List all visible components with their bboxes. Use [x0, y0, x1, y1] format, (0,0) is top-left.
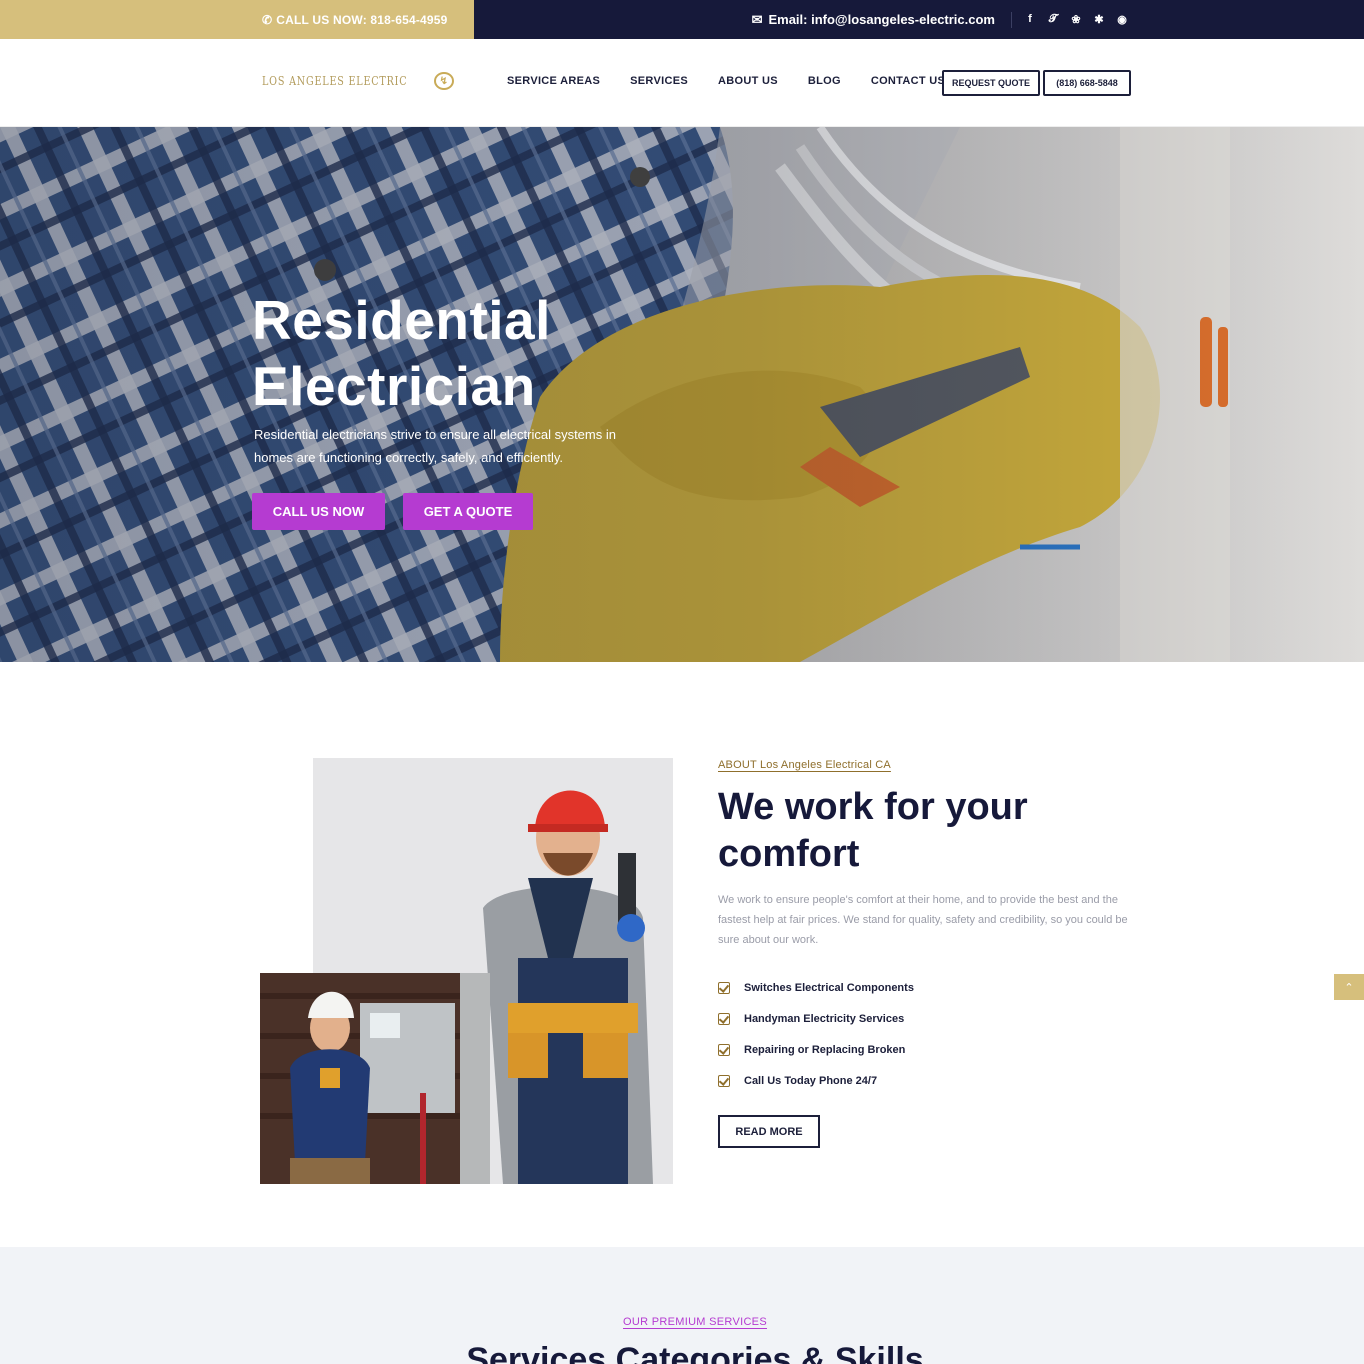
foursquare-icon[interactable]: ❀ — [1070, 13, 1082, 26]
nav-service-areas[interactable]: SERVICE AREAS — [507, 75, 600, 87]
list-item: Repairing or Replacing Broken — [718, 1034, 914, 1065]
logo-bolt-icon: ↯ — [433, 72, 454, 90]
twitter-icon[interactable]: 𝓣 — [1047, 13, 1059, 26]
call-us-now-button[interactable]: CALL US NOW — [252, 493, 385, 530]
hero-background-image — [0, 127, 1364, 662]
read-more-button[interactable]: READ MORE — [718, 1115, 820, 1148]
site-header: LOS ANGELES ELECTRIC ↯ SERVICE AREAS SER… — [0, 39, 1364, 127]
call-us-link[interactable]: ✆ CALL US NOW: 818-654-4959 — [262, 13, 448, 27]
checkbox-icon — [718, 1074, 730, 1087]
facebook-icon[interactable]: f — [1024, 13, 1036, 26]
email-text: Email: info@losangeles-electric.com — [768, 12, 995, 27]
hero-subtitle: Residential electricians strive to ensur… — [254, 427, 616, 465]
top-bar-call: ✆ CALL US NOW: 818-654-4959 — [0, 0, 474, 39]
phone-button[interactable]: (818) 668-5848 — [1043, 70, 1131, 96]
scroll-to-top-button[interactable]: ⌃ — [1334, 974, 1364, 1000]
chevron-up-icon: ⌃ — [1344, 981, 1354, 994]
feature-checklist: Switches Electrical Components Handyman … — [718, 972, 914, 1096]
electrician-at-panel-image — [260, 973, 490, 1184]
list-item-label: Handyman Electricity Services — [744, 1012, 905, 1025]
nav-about-us[interactable]: ABOUT US — [718, 75, 778, 87]
list-item-label: Call Us Today Phone 24/7 — [744, 1074, 878, 1087]
get-a-quote-button[interactable]: GET A QUOTE — [403, 493, 533, 530]
hero-banner: Residential Electrician Residential elec… — [0, 127, 1364, 662]
services-title: Services Categories & Skills — [466, 1341, 924, 1364]
list-item-label: Switches Electrical Components — [744, 981, 914, 994]
divider — [1011, 11, 1012, 28]
about-description: We work to ensure people's comfort at th… — [718, 894, 1128, 946]
email-link[interactable]: ✉ Email: info@losangeles-electric.com — [752, 12, 995, 28]
nav-contact-us[interactable]: CONTACT US — [871, 75, 945, 87]
call-us-text: CALL US NOW: 818-654-4959 — [276, 12, 448, 27]
about-title: We work for your comfort — [718, 786, 1028, 875]
about-kicker[interactable]: ABOUT Los Angeles Electrical CA — [718, 759, 891, 771]
services-kicker[interactable]: OUR PREMIUM SERVICES — [0, 1316, 1364, 1328]
hero-title: Residential Electrician — [252, 287, 551, 419]
checkbox-icon — [718, 1012, 730, 1025]
main-nav: SERVICE AREAS SERVICES ABOUT US BLOG CON… — [507, 75, 945, 87]
top-bar-contact: ✉ Email: info@losangeles-electric.com f … — [474, 0, 1364, 39]
phone-icon: ✆ — [262, 12, 273, 27]
list-item-label: Repairing or Replacing Broken — [744, 1043, 906, 1056]
top-bar: ✆ CALL US NOW: 818-654-4959 ✉ Email: inf… — [0, 0, 1364, 39]
checkbox-icon — [718, 1043, 730, 1056]
list-item: Handyman Electricity Services — [718, 1003, 914, 1034]
checkbox-icon — [718, 981, 730, 994]
social-links: f 𝓣 ❀ ✱ ◉ — [1024, 13, 1128, 26]
nav-blog[interactable]: BLOG — [808, 75, 841, 87]
yelp-icon[interactable]: ✱ — [1093, 13, 1105, 26]
instagram-icon[interactable]: ◉ — [1116, 13, 1128, 26]
hero-title-line-1: Residential — [252, 289, 551, 351]
list-item: Call Us Today Phone 24/7 — [718, 1065, 914, 1096]
nav-services[interactable]: SERVICES — [630, 75, 688, 87]
hero-title-line-2: Electrician — [252, 355, 536, 417]
request-quote-button[interactable]: REQUEST QUOTE — [942, 70, 1040, 96]
envelope-icon: ✉ — [751, 11, 763, 27]
logo-text: LOS ANGELES ELECTRIC — [262, 74, 408, 88]
list-item: Switches Electrical Components — [718, 972, 914, 1003]
services-section: OUR PREMIUM SERVICES Services Categories… — [0, 1247, 1364, 1364]
site-logo[interactable]: LOS ANGELES ELECTRIC ↯ — [262, 72, 454, 90]
